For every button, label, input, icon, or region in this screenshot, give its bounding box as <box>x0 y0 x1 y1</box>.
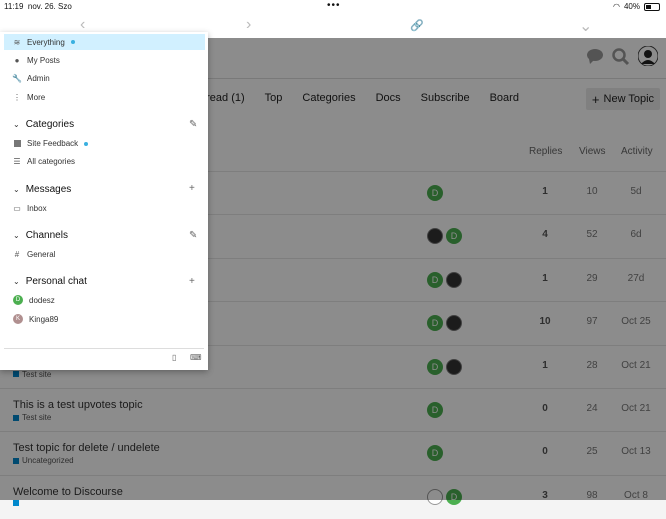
sidebar-item-my-posts[interactable]: ● My Posts <box>13 56 60 65</box>
more-icon: ⋮ <box>13 93 21 102</box>
inbox-icon: ▭ <box>13 204 21 213</box>
battery-percent: 40% <box>623 2 640 11</box>
list-icon: ☰ <box>13 157 21 166</box>
section-channels-header[interactable]: ⌄ Channels <box>13 230 68 241</box>
plus-icon[interactable]: + <box>189 183 195 194</box>
sidebar-item-dodesz[interactable]: D dodesz <box>13 295 55 305</box>
chevron-down-icon: ⌄ <box>13 277 20 286</box>
category-square-icon <box>13 140 21 148</box>
forward-button[interactable]: › <box>246 16 251 34</box>
section-messages-header[interactable]: ⌄ Messages <box>13 184 71 195</box>
wifi-icon: ◠ <box>613 2 620 11</box>
sidebar-item-admin[interactable]: 🔧 Admin <box>12 74 50 83</box>
keyboard-icon[interactable]: ⌨ <box>190 353 202 362</box>
pencil-icon[interactable]: ✎ <box>189 230 197 241</box>
unread-dot <box>70 40 75 44</box>
stack-icon: ≋ <box>13 37 21 47</box>
mobile-icon[interactable]: ▯ <box>172 353 176 362</box>
sidebar-item-more[interactable]: ⋮ More <box>13 93 45 102</box>
chevron-down-icon: ⌄ <box>13 185 20 194</box>
sidebar-menu: ≋ Everything ● My Posts 🔧 Admin ⋮ More ⌄… <box>0 32 208 370</box>
section-categories-header[interactable]: ⌄ Categories <box>13 119 74 130</box>
category-badge[interactable] <box>13 499 22 506</box>
pencil-icon[interactable]: ✎ <box>189 119 197 130</box>
multitask-dots[interactable]: ••• <box>327 0 341 11</box>
avatar: D <box>13 295 23 305</box>
wrench-icon: 🔧 <box>12 74 22 83</box>
chevron-down-icon: ⌄ <box>13 120 20 129</box>
section-personal-chat-header[interactable]: ⌄ Personal chat <box>13 276 87 287</box>
status-bar: 11:19 nov. 26. Szo ••• ◠ 40% <box>0 0 666 14</box>
plus-icon[interactable]: + <box>189 276 195 287</box>
avatar: K <box>13 314 23 324</box>
sidebar-item-site-feedback[interactable]: Site Feedback <box>13 139 89 148</box>
user-icon: ● <box>14 56 20 65</box>
sidebar-footer: ▯ ⌨ <box>4 348 204 362</box>
category-square-icon <box>13 499 19 506</box>
sidebar-item-inbox[interactable]: ▭ Inbox <box>13 204 46 213</box>
sidebar-item-kinga89[interactable]: K Kinga89 <box>13 314 58 324</box>
unread-dot <box>84 141 89 146</box>
chevron-down-icon[interactable]: ⌄ <box>579 16 592 36</box>
sidebar-item-general[interactable]: # General <box>13 250 56 259</box>
chevron-down-icon: ⌄ <box>13 231 20 240</box>
link-icon[interactable]: 🔗 <box>410 19 424 32</box>
status-time-date: 11:19 nov. 26. Szo <box>4 2 72 11</box>
battery-icon <box>644 2 660 11</box>
sidebar-item-everything[interactable]: ≋ Everything <box>4 34 205 50</box>
sidebar-item-all-categories[interactable]: ☰ All categories <box>13 157 75 166</box>
hash-icon: # <box>14 250 20 259</box>
